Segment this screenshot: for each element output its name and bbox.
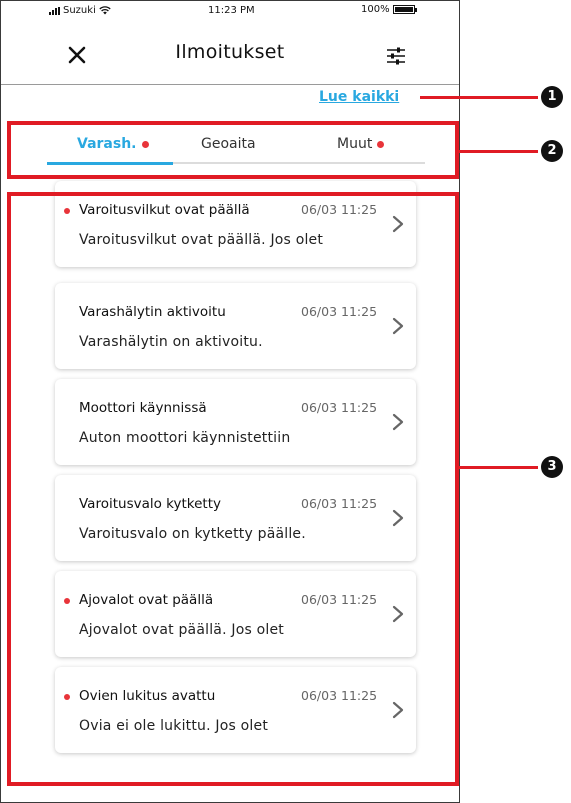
battery-label: 100%	[361, 4, 390, 15]
annotation-badge: 3	[541, 456, 563, 478]
annotation-box	[7, 192, 459, 786]
battery-icon	[392, 5, 417, 14]
read-all-link[interactable]: Lue kaikki	[319, 89, 399, 105]
annotation-badge: 2	[541, 140, 563, 162]
carrier-label: Suzuki	[63, 5, 96, 16]
annotation-line	[458, 150, 538, 153]
annotation-badge: 1	[541, 86, 563, 108]
annotation-box	[7, 121, 459, 179]
battery: 100%	[361, 4, 417, 15]
annotation-line	[420, 96, 538, 99]
status-bar: Suzuki 11:23 PM 100%	[1, 1, 459, 21]
wifi-icon	[99, 6, 111, 15]
signal-icon	[49, 6, 60, 15]
filter-button[interactable]	[383, 43, 409, 69]
header: Ilmoitukset	[1, 23, 459, 85]
status-time: 11:23 PM	[208, 5, 255, 16]
annotation-line	[458, 466, 538, 469]
carrier: Suzuki	[49, 5, 111, 16]
sliders-icon	[387, 47, 405, 65]
